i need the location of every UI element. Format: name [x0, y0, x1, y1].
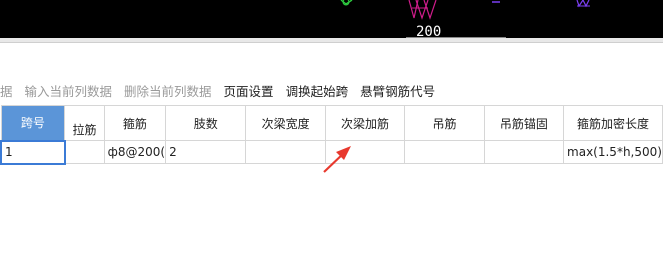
cell-leg-count[interactable]: 2 — [165, 140, 247, 164]
toolbar-item-truncated[interactable]: 据 — [0, 81, 13, 100]
header-span-number[interactable]: 跨号 — [0, 105, 66, 141]
header-hanger-bar[interactable]: 吊筋 — [404, 105, 485, 141]
header-secondary-beam-width[interactable]: 次梁宽度 — [245, 105, 326, 141]
cad-graphics — [340, 0, 590, 20]
cell-hanger-bar[interactable] — [404, 140, 485, 164]
cell-secondary-beam-extra-rebar[interactable] — [324, 140, 406, 164]
cantilever-rebar-code-button[interactable]: 悬臂钢筋代号 — [360, 81, 435, 100]
cell-stirrup-dense-length[interactable]: max(1.5*h,500) — [563, 140, 663, 164]
header-leg-count[interactable]: 肢数 — [165, 105, 247, 141]
cell-stirrup[interactable]: ф8@200( — [103, 140, 167, 164]
header-stirrup[interactable]: 箍筋 — [103, 105, 167, 141]
delete-column-data-button[interactable]: 删除当前列数据 — [124, 81, 212, 100]
table-header-row: 跨号 拉筋 箍筋 肢数 次梁宽度 次梁加筋 吊筋 吊筋锚固 箍筋加密长度 — [0, 105, 663, 141]
panel-splitter[interactable] — [0, 38, 663, 43]
beam-span-table: 跨号 拉筋 箍筋 肢数 次梁宽度 次梁加筋 吊筋 吊筋锚固 箍筋加密长度 1 ф… — [0, 105, 663, 165]
header-stirrup-dense-length[interactable]: 箍筋加密长度 — [563, 105, 663, 141]
table-row: 1 ф8@200( 2 max(1.5*h,500) — [0, 139, 663, 165]
swap-start-span-button[interactable]: 调换起始跨 — [286, 81, 349, 100]
cell-span-number[interactable]: 1 — [0, 139, 66, 165]
cell-tie-bar[interactable] — [64, 140, 105, 164]
cell-secondary-beam-width[interactable] — [245, 140, 326, 164]
cad-drawing-view[interactable]: 200 — [0, 0, 663, 38]
header-secondary-beam-extra-rebar[interactable]: 次梁加筋 — [324, 105, 406, 141]
header-hanger-anchorage[interactable]: 吊筋锚固 — [483, 105, 565, 141]
input-column-data-button[interactable]: 输入当前列数据 — [25, 81, 113, 100]
page-setup-button[interactable]: 页面设置 — [224, 81, 274, 100]
header-tie-bar[interactable]: 拉筋 — [64, 105, 105, 141]
cell-hanger-anchorage[interactable] — [483, 140, 565, 164]
table-toolbar: 据 输入当前列数据 删除当前列数据 页面设置 调换起始跨 悬臂钢筋代号 — [0, 80, 447, 100]
